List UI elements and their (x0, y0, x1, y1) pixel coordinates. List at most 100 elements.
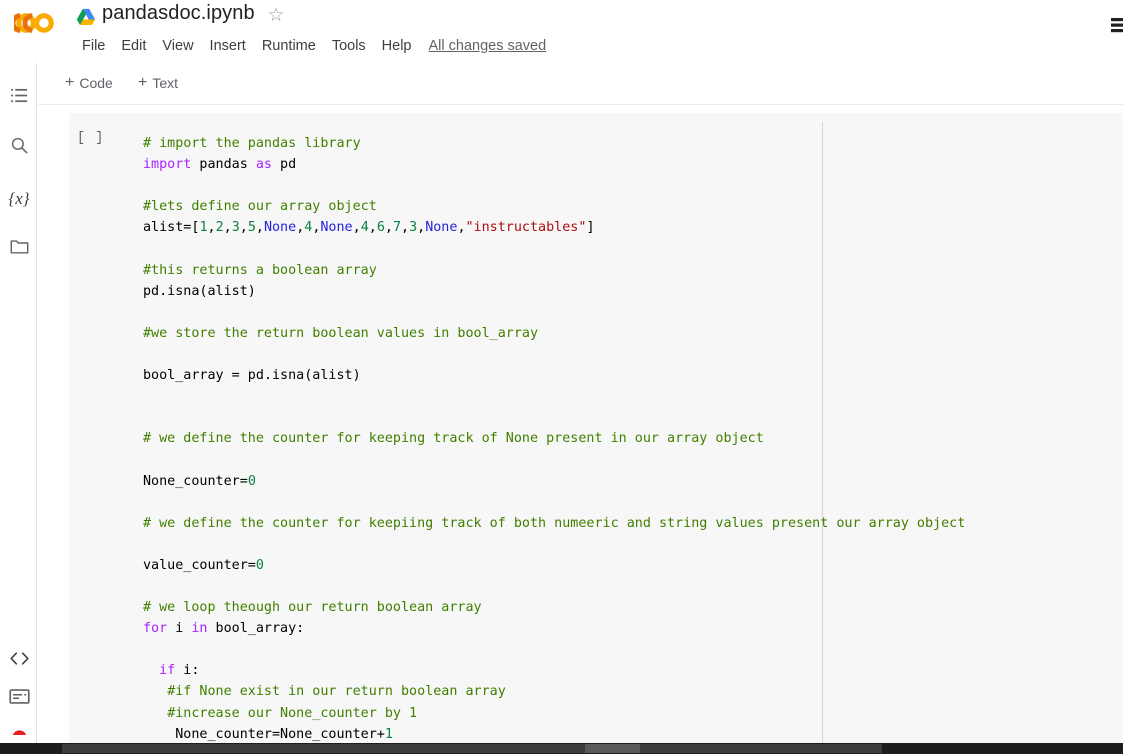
code-line: #this returns a boolean array (143, 260, 1115, 281)
menu-view[interactable]: View (154, 37, 201, 55)
add-code-cell-button[interactable]: + Code (60, 73, 118, 93)
code-token-number: 2 (215, 220, 224, 236)
code-editor[interactable]: # import the pandas library import pandas… (143, 133, 1115, 743)
code-line: alist=[1,2,3,5,None,4,None,4,6,7,3,None,… (143, 217, 1115, 238)
code-token-number: 5 (247, 220, 256, 236)
code-token-plain: alist=[ (143, 220, 200, 236)
code-brackets-icon (9, 650, 30, 672)
sidebar-item-code-snippets[interactable] (5, 647, 33, 675)
code-token-comment: # we loop theough our return boolean arr… (143, 600, 482, 616)
folder-icon (10, 238, 29, 260)
code-line: None_counter=0 (143, 471, 1115, 492)
code-token-keyword: in (191, 621, 208, 637)
plus-icon: + (65, 74, 75, 91)
code-token-plain: i (167, 621, 192, 637)
menu-file[interactable]: File (74, 37, 113, 55)
code-token-keyword: import (143, 157, 192, 173)
code-token-plain: , (457, 220, 466, 236)
code-token-keyword: for (143, 621, 168, 637)
code-token-plain: None_counter= (143, 473, 248, 489)
code-token-plain: , (352, 220, 361, 236)
sidebar-item-files[interactable] (5, 235, 33, 263)
menu-bar: File Edit View Insert Runtime Tools Help… (74, 37, 546, 55)
add-code-label: Code (79, 75, 113, 91)
code-line: #lets define our array object (143, 196, 1115, 217)
code-token-plain: value_counter= (143, 557, 256, 573)
terminal-icon (8, 688, 30, 710)
code-token-plain: bool_array: (207, 621, 305, 637)
menu-help[interactable]: Help (374, 37, 420, 55)
code-line: # we loop theough our return boolean arr… (143, 597, 1115, 618)
code-token-comment: #lets define our array object (143, 199, 377, 215)
run-cell-button[interactable]: [ ] (77, 131, 111, 157)
code-line: #we store the return boolean values in b… (143, 323, 1115, 344)
code-token-number: 1 (199, 220, 208, 236)
code-line: None_counter=None_counter+1 (143, 724, 1115, 743)
horizontal-scrollbar-track[interactable] (0, 743, 1123, 754)
app-header: pandasdoc.ipynb ☆ File Edit View Insert … (0, 0, 1123, 63)
menu-insert[interactable]: Insert (202, 37, 254, 55)
code-line: import pandas as pd (143, 154, 1115, 175)
sidebar-item-terminal[interactable] (5, 685, 33, 713)
code-token-none: None (263, 220, 297, 236)
code-cell[interactable]: [ ] # import the pandas library import pa… (69, 113, 1123, 743)
left-icon-rail: {x} (0, 63, 37, 745)
code-token-plain: , (368, 220, 377, 236)
code-token-plain: , (384, 220, 393, 236)
code-token-keyword: if (159, 663, 176, 679)
google-drive-icon (76, 8, 96, 26)
add-text-label: Text (152, 75, 179, 91)
sidebar-bottom-filler (0, 735, 37, 743)
code-token-none: None (425, 220, 458, 236)
notebook-title[interactable]: pandasdoc.ipynb (102, 2, 255, 25)
code-line: #if None exist in our return boolean arr… (143, 681, 1115, 702)
code-token-number: 4 (360, 220, 369, 236)
plus-icon: + (138, 74, 148, 91)
horizontal-scrollbar-thumb[interactable] (62, 744, 882, 753)
code-token-plain: pd.isna(alist) (143, 283, 256, 299)
code-line: # we define the counter for keeping trac… (143, 428, 1115, 449)
menu-edit[interactable]: Edit (113, 37, 154, 55)
horizontal-scrollbar-thumb-highlight[interactable] (585, 744, 640, 753)
sidebar-item-table-of-contents[interactable] (5, 84, 33, 112)
colab-logo[interactable] (10, 10, 56, 36)
list-icon (10, 86, 29, 110)
save-status-link[interactable]: All changes saved (429, 38, 547, 54)
code-token-comment: #this returns a boolean array (143, 262, 377, 278)
star-icon[interactable]: ☆ (266, 6, 286, 26)
code-token-plain: None_counter=None_counter+ (143, 726, 385, 742)
header-overflow-glyph[interactable] (1109, 12, 1123, 38)
code-token-plain: , (223, 220, 232, 236)
menu-tools[interactable]: Tools (324, 37, 374, 55)
code-token-comment: #if None exist in our return boolean arr… (167, 684, 506, 700)
code-token-plain: , (239, 220, 248, 236)
sidebar-item-find-and-replace[interactable] (5, 134, 33, 162)
code-token-plain: pandas (191, 157, 256, 173)
code-line: bool_array = pd.isna(alist) (143, 365, 1115, 386)
code-token-number: 6 (376, 220, 385, 236)
code-token-plain: , (207, 220, 216, 236)
notebook-cell-toolbar: + Code + Text (38, 63, 1123, 105)
code-token-comment: # we define the counter for keepiing tra… (143, 515, 966, 531)
code-token-number: 1 (384, 726, 393, 742)
code-token-plain: pd (272, 157, 297, 173)
code-token-number: 0 (255, 557, 264, 573)
menu-runtime[interactable]: Runtime (254, 37, 324, 55)
code-line: if i: (143, 660, 1115, 681)
sidebar-item-variables[interactable]: {x} (5, 185, 33, 213)
add-text-cell-button[interactable]: + Text (133, 73, 183, 93)
code-token-comment: # import the pandas library (143, 136, 361, 151)
code-token-number: 7 (392, 220, 401, 236)
code-line: # we define the counter for keepiing tra… (143, 513, 1115, 534)
code-token-plain: ] (586, 220, 595, 236)
code-token-comment: # we define the counter for keeping trac… (143, 431, 764, 447)
code-token-plain: , (417, 220, 426, 236)
